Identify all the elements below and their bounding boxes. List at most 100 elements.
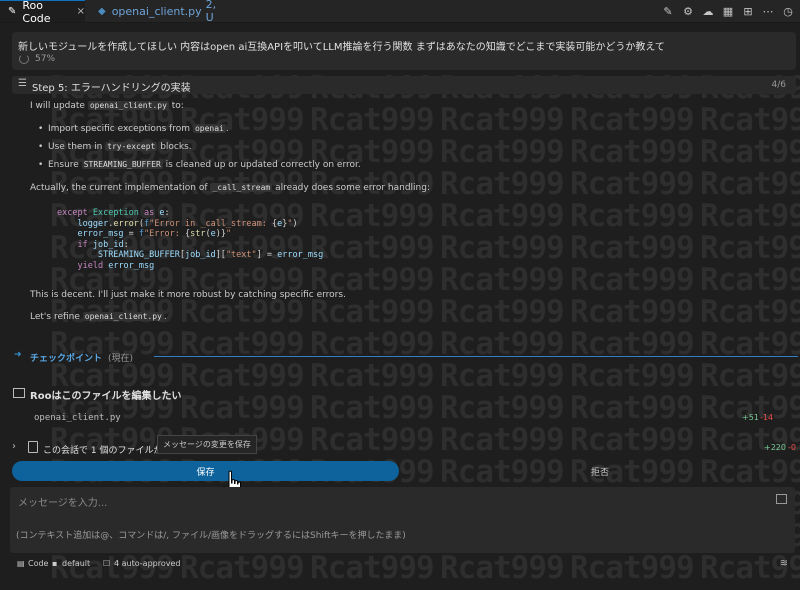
watermark-text: Rcat999: [700, 198, 800, 234]
paragraph: I will update openai_client.py to:: [30, 101, 184, 111]
inline-code: openai_client.py: [82, 312, 164, 321]
code-line: except Exception as e:: [57, 208, 170, 218]
watermark-text: Rcat999: [570, 294, 695, 330]
input-hint: (コンテキスト追加は@、コマンドは/, ファイル/画像をドラッグするにはShif…: [16, 531, 406, 541]
watermark-text: Rcat999: [440, 262, 565, 298]
watermark-text: Rcat999: [700, 102, 800, 138]
watermark-text: Rcat999: [570, 390, 695, 426]
watermark-text: Rcat999: [440, 198, 565, 234]
marketplace-icon[interactable]: ⊞: [740, 5, 756, 18]
edit-file-name[interactable]: openai_client.py: [34, 413, 121, 423]
roo-icon: ✎: [8, 6, 17, 17]
gear-icon[interactable]: ⚙: [680, 5, 696, 18]
list-icon: ☰: [18, 78, 27, 89]
status-bar: ▤ Code ▪ default ☐ 4 auto-approved ≋: [0, 555, 800, 573]
inline-code: try-except: [105, 142, 158, 151]
watermark-text: Rcat999: [180, 390, 305, 426]
watermark-text: Rcat999: [310, 198, 435, 234]
python-icon: ◆: [98, 5, 106, 17]
input-placeholder: メッセージを入力...: [18, 498, 108, 509]
history-icon[interactable]: ◷: [780, 5, 796, 18]
stack-icon[interactable]: ≋: [780, 558, 788, 569]
code-line: error_msg = f"Error: {str(e)}": [77, 229, 232, 240]
paragraph: Actually, the current implementation of …: [30, 183, 430, 193]
close-icon[interactable]: ×: [77, 6, 85, 17]
watermark-text: Rcat999: [440, 230, 565, 266]
task-progress: 57%: [19, 54, 55, 64]
code-line: yield error_msg: [77, 260, 155, 271]
tab-bar: ✎ Roo Code × ◆ openai_client.py 2, U ✎ ⚙…: [0, 0, 800, 25]
watermark-text: Rcat999: [440, 390, 565, 426]
image-icon[interactable]: [776, 494, 787, 504]
checkpoint-current: (現在): [108, 354, 134, 364]
checkpoint-icon: ➜: [14, 350, 22, 360]
checkpoint-label: チェックポイント: [30, 354, 103, 364]
editor-actions: ✎ ⚙ ☁ ▦ ⊞ ⋯ ◷: [660, 0, 796, 22]
list-item: Ensure STREAMING_BUFFER is cleaned up or…: [38, 160, 361, 170]
watermark-text: Rcat999: [440, 134, 565, 170]
watermark-text: Rcat999: [570, 102, 695, 138]
watermark-text: Rcat999: [310, 230, 435, 266]
checkpoint-line: [154, 356, 798, 357]
message-input[interactable]: メッセージを入力... (コンテキスト追加は@、コマンドは/, ファイル/画像を…: [10, 487, 795, 553]
step-title: Step 5: エラーハンドリングの実装: [32, 83, 191, 94]
more-icon[interactable]: ⋯: [760, 5, 776, 18]
edit-title: Rooはこのファイルを編集したい: [30, 391, 182, 402]
files-changed-text[interactable]: この会話で 1 個のファイルが変更されました: [43, 443, 157, 456]
watermark-text: Rcat999: [440, 102, 565, 138]
watermark-text: Rcat999: [700, 294, 800, 330]
watermark-text: Rcat999: [570, 422, 695, 458]
auto-approve-label[interactable]: 4 auto-approved: [114, 559, 180, 568]
step-count: 4/6: [771, 80, 786, 90]
tab-label: Roo Code: [22, 0, 51, 25]
profile-selector[interactable]: default: [62, 559, 90, 568]
extensions-icon[interactable]: ▦: [720, 5, 736, 18]
cloud-icon[interactable]: ☁: [700, 5, 716, 18]
watermark-text: Rcat999: [700, 134, 800, 170]
total-lines-added: +220: [764, 443, 786, 452]
progress-label: 57%: [35, 54, 56, 64]
code-line: STREAMING_BUFFER[job_id]["text"] = error…: [97, 250, 324, 261]
watermark-text: Rcat999: [570, 134, 695, 170]
watermark-text: Rcat999: [310, 390, 435, 426]
watermark-text: Rcat999: [700, 262, 800, 298]
inline-code: openai_client.py: [87, 101, 169, 110]
tab-label: openai_client.py: [111, 4, 202, 18]
watermark-text: Rcat999: [570, 198, 695, 234]
watermark-text: Rcat999: [440, 422, 565, 458]
watermark-text: Rcat999: [440, 166, 565, 202]
paragraph: This is decent. I'll just make it more r…: [30, 290, 346, 300]
reject-button[interactable]: 拒否: [405, 461, 795, 481]
inline-code: openai: [192, 124, 226, 133]
list-item: Use them in try-except blocks.: [38, 142, 192, 152]
code-block: except Exception as e: logger.error(f"Er…: [57, 208, 323, 272]
checkpoint[interactable]: ➜ チェックポイント (現在): [14, 350, 800, 364]
watermark-text: Rcat999: [440, 294, 565, 330]
file-icon: [28, 441, 38, 453]
tab-status: 2, U: [205, 0, 217, 24]
watermark-text: Rcat999: [310, 102, 435, 138]
code-line: if job_id:: [77, 239, 129, 250]
watermark-text: Rcat999: [570, 230, 695, 266]
save-tooltip: メッセージの変更を保存: [157, 435, 257, 454]
step-header[interactable]: ☰ Step 5: エラーハンドリングの実装 4/6: [12, 76, 796, 94]
save-button[interactable]: 保存: [12, 461, 399, 481]
inline-code: STREAMING_BUFFER: [81, 160, 163, 169]
edit-icon[interactable]: ✎: [660, 5, 676, 18]
spinner-icon: [19, 54, 29, 64]
checkbox-icon[interactable]: ☐: [103, 559, 110, 568]
chevron-right-icon[interactable]: ›: [12, 441, 16, 452]
watermark-text: Rcat999: [570, 262, 695, 298]
watermark-text: Rcat999: [570, 166, 695, 202]
task-header[interactable]: 新しいモジュールを作成してほしい 内容はopen ai互換APIを叩いてLLM推…: [12, 32, 796, 70]
total-lines-removed: -0: [788, 443, 796, 452]
inline-code: _call_stream: [210, 183, 273, 192]
task-text: 新しいモジュールを作成してほしい 内容はopen ai互換APIを叩いてLLM推…: [18, 42, 665, 53]
tab-roo-code[interactable]: ✎ Roo Code ×: [0, 0, 85, 25]
watermark-text: Rcat999: [700, 230, 800, 266]
tab-openai-client[interactable]: ◆ openai_client.py 2, U: [88, 0, 218, 24]
code-line: logger.error(f"Error in _call_stream: {e…: [77, 218, 298, 229]
lines-removed: -14: [760, 413, 774, 422]
mode-selector[interactable]: Code: [28, 559, 48, 568]
lines-added: +51: [742, 413, 759, 422]
